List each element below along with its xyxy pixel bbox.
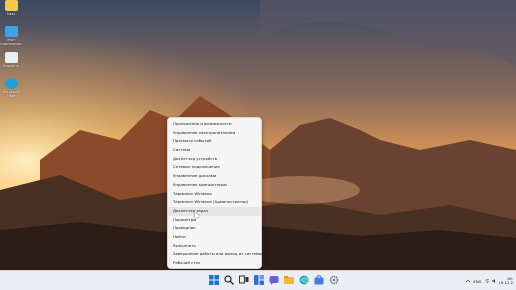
search-button[interactable] [223, 274, 235, 286]
menu-item-windows-terminal[interactable]: Терминал Windows [168, 190, 261, 199]
store-icon [314, 275, 324, 285]
menu-item-label: Сетевые подключения [173, 164, 220, 170]
menu-item-system[interactable]: Система [168, 146, 261, 155]
desktop-icon-recycle-bin[interactable]: Корзина [0, 52, 22, 68]
menu-item-device-manager[interactable]: Диспетчер устройств [168, 155, 261, 164]
system-tray: ENG 16: 19.12.2 [466, 274, 513, 288]
desktop-icon-label: Этот компьютер [0, 38, 22, 46]
menu-item-label: Управление компьютером [173, 181, 227, 187]
menu-item-label: Рабочий стол [173, 260, 201, 265]
menu-item-label: Завершение работы или выход из системы [173, 251, 262, 257]
edge-icon [4, 78, 18, 89]
edge-icon [299, 275, 309, 285]
winx-context-menu: Приложения и возможности Управление элек… [167, 117, 262, 269]
menu-item-label: Терминал Windows (Администратор) [173, 199, 249, 205]
clock[interactable]: 16: 19.12.2 [498, 276, 514, 286]
menu-item-apps-features[interactable]: Приложения и возможности [168, 120, 261, 129]
desktop-icon-edge[interactable]: Microsoft Edge [0, 78, 22, 98]
desktop-icon-label: Microsoft Edge [2, 90, 20, 98]
recycle-bin-icon [4, 52, 18, 63]
menu-item-disk-management[interactable]: Управление дисками [168, 172, 261, 181]
computer-icon [4, 26, 18, 37]
chevron-right-icon: › [255, 251, 257, 257]
menu-item-search[interactable]: Найти [168, 233, 261, 242]
menu-item-file-explorer[interactable]: Проводник [168, 224, 261, 233]
desktop-icon-user[interactable]: User [0, 0, 22, 16]
menu-item-power-options[interactable]: Управление электропитанием [168, 129, 261, 138]
menu-item-label: Просмотр событий [173, 138, 212, 144]
store-button[interactable] [313, 274, 325, 286]
start-button[interactable] [208, 274, 220, 286]
file-explorer-icon [284, 276, 294, 284]
menu-item-label: Найти [173, 233, 186, 239]
menu-item-label: Терминал Windows [173, 190, 212, 196]
menu-item-label: Приложения и возможности [173, 121, 232, 126]
menu-item-label: Управление дисками [173, 173, 217, 179]
task-view-button[interactable] [238, 274, 250, 286]
menu-item-event-viewer[interactable]: Просмотр событий [168, 137, 261, 146]
edge-button[interactable] [298, 274, 310, 286]
taskbar-pinned-apps [208, 274, 340, 288]
desktop-icon-label: User [6, 12, 16, 16]
folder-icon [4, 0, 18, 11]
start-icon [209, 275, 219, 285]
chevron-up-icon[interactable] [466, 279, 471, 283]
widgets-button[interactable] [253, 274, 265, 286]
menu-item-label: Система [173, 147, 191, 153]
wifi-icon[interactable] [484, 279, 489, 283]
menu-item-computer-management[interactable]: Управление компьютером [168, 181, 261, 190]
chat-button[interactable] [268, 274, 280, 286]
menu-item-label: Управление электропитанием [173, 129, 236, 135]
menu-item-task-manager[interactable]: Диспетчер задач [168, 206, 261, 216]
desktop-icon-this-pc[interactable]: Этот компьютер [0, 26, 22, 46]
taskbar: ENG 16: 19.12.2 [0, 270, 516, 290]
language-indicator[interactable]: ENG [473, 279, 481, 284]
menu-item-label: Диспетчер устройств [173, 155, 218, 161]
menu-item-network-connections[interactable]: Сетевые подключения [168, 163, 261, 172]
menu-item-label: Проводник [173, 225, 196, 231]
settings-icon [329, 275, 339, 285]
menu-item-label: Диспетчер задач [173, 207, 209, 213]
menu-item-settings[interactable]: Параметры [168, 216, 261, 225]
settings-button[interactable] [328, 274, 340, 286]
menu-item-desktop[interactable]: Рабочий стол [168, 259, 261, 268]
menu-item-run[interactable]: Выполнить [168, 242, 261, 251]
menu-item-label: Выполнить [173, 242, 196, 248]
file-explorer-button[interactable] [283, 274, 295, 286]
widgets-icon [254, 275, 264, 285]
menu-item-windows-terminal-admin[interactable]: Терминал Windows (Администратор) [168, 198, 261, 207]
chat-icon [269, 276, 279, 285]
clock-date: 19.12.2 [498, 280, 514, 285]
menu-item-shutdown-signout[interactable]: Завершение работы или выход из системы › [168, 250, 262, 259]
task-view-icon [239, 275, 249, 284]
search-icon [224, 275, 234, 285]
desktop-icon-label: Корзина [3, 64, 19, 68]
volume-icon[interactable] [491, 279, 496, 283]
